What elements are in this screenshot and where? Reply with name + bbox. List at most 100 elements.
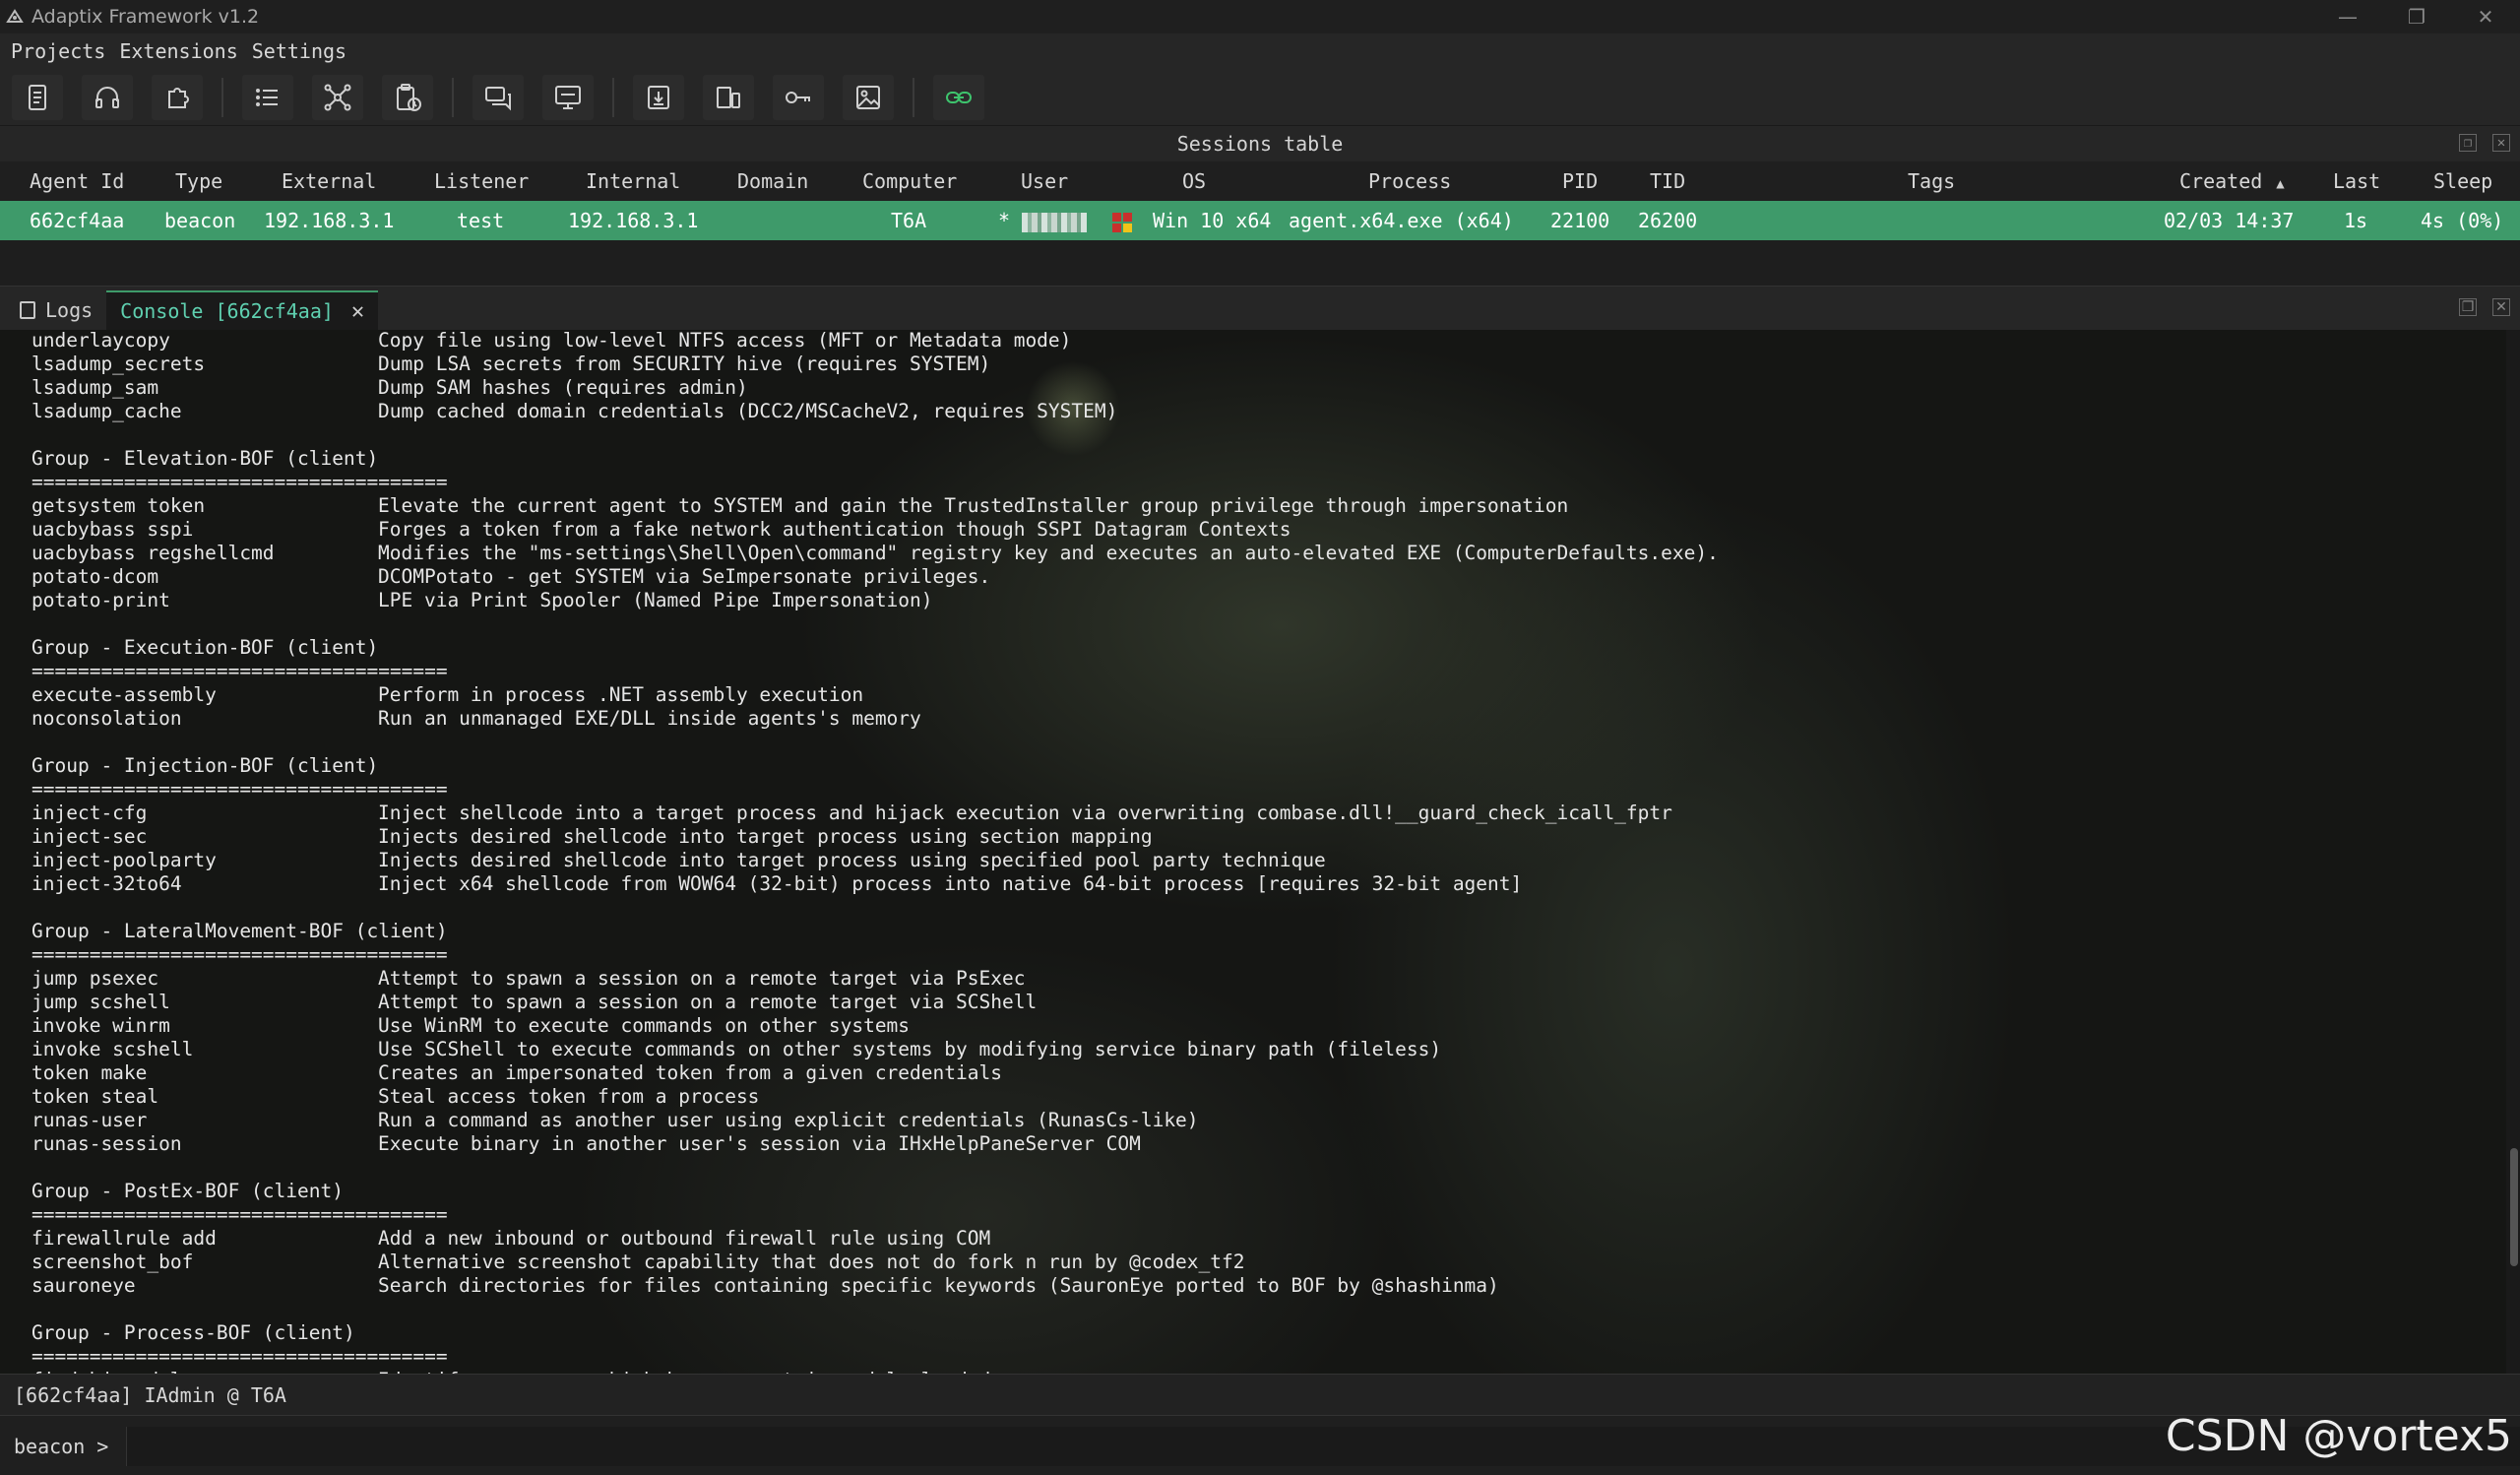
console-line: token steal Steal access token from a pro… [32,1085,1719,1109]
toolbar-divider [452,77,454,117]
terminal-screen-icon [555,85,581,109]
command-description: Inject x64 shellcode from WOW64 (32-bit)… [378,872,1523,895]
tasks-button[interactable] [382,74,433,120]
console-status-line: [662cf4aa] IAdmin @ T6A [0,1374,2520,1415]
float-panel-icon[interactable]: ❐ [2459,298,2477,316]
command-description: Elevate the current agent to SYSTEM and … [378,494,1569,517]
separator-line: ==================================== [32,778,448,801]
cell-agent-id: 662cf4aa [30,209,125,232]
command-name: lsadump_cache [32,400,182,422]
column-header-external[interactable]: External [282,161,376,201]
cell-computer: T6A [891,209,927,232]
console-line: lsadump_secrets Dump LSA secrets from SEC… [32,353,1719,376]
screenshots-button[interactable] [843,74,894,120]
console-line: Group - Injection-BOF (client) [32,754,1719,778]
command-description: Steal access token from a process [378,1085,760,1108]
credentials-button[interactable] [773,74,824,120]
cell-listener: test [457,209,505,232]
connect-button[interactable] [933,74,984,120]
command-name: uacbybass regshellcmd [32,542,275,564]
tab-logs[interactable]: Logs [6,290,106,330]
console-output[interactable]: underlaycopy Copy file using low-level NT… [0,330,2520,1374]
column-header-tid[interactable]: TID [1650,161,1685,201]
scrollbar-thumb[interactable] [2510,1148,2518,1266]
column-header-last[interactable]: Last [2333,161,2380,201]
command-name: firewallrule add [32,1227,217,1250]
command-name: inject-poolparty [32,849,217,871]
command-name: inject-cfg [32,802,148,824]
graph-icon [324,84,351,110]
command-description: Execute binary in another user's session… [378,1132,1141,1155]
logs-document-button[interactable] [12,74,63,120]
column-header-domain[interactable]: Domain [737,161,808,201]
command-description: LPE via Print Spooler (Named Pipe Impers… [378,589,933,611]
command-input[interactable] [126,1426,2520,1466]
console-line: potato-dcom DCOMPotato - get SYSTEM via S… [32,565,1719,589]
command-name: underlaycopy [32,330,170,352]
command-description: Forges a token from a fake network authe… [378,518,1292,541]
close-button[interactable]: ✕ [2451,0,2520,33]
cell-sleep: 4s (0%) [2421,209,2504,232]
command-name: uacbybass sspi [32,518,194,541]
targets-button[interactable] [542,74,594,120]
chat-icon [485,86,511,110]
list-icon [256,88,278,106]
close-panel-icon[interactable]: ✕ [2492,298,2510,316]
title-bar: Adaptix Framework v1.2 — ❐ ✕ [0,0,2520,33]
column-header-agent-id[interactable]: Agent Id [30,161,124,201]
column-header-internal[interactable]: Internal [586,161,680,201]
chat-button[interactable] [472,74,524,120]
restore-button[interactable]: ❐ [2382,0,2451,33]
console-line: inject-sec Injects desired shellcode into… [32,825,1719,849]
column-header-computer[interactable]: Computer [862,161,957,201]
column-header-user[interactable]: User [1021,161,1068,201]
column-header-sleep[interactable]: Sleep [2433,161,2492,201]
console-line: ==================================== [32,943,1719,967]
cell-created: 02/03 14:37 [2164,209,2295,232]
menu-projects[interactable]: Projects [4,39,112,63]
listeners-button[interactable] [82,74,133,120]
column-header-process[interactable]: Process [1368,161,1451,201]
column-header-pid[interactable]: PID [1562,161,1598,201]
console-line [32,612,1719,636]
minimize-button[interactable]: — [2313,0,2382,33]
command-description: Run a command as another user using expl… [378,1109,1199,1131]
column-header-tags[interactable]: Tags [1908,161,1955,201]
close-panel-icon[interactable]: ✕ [2492,134,2510,152]
console-line: token make Creates an impersonated token … [32,1061,1719,1085]
column-header-created-label: Created [2179,169,2263,193]
console-line: execute-assembly Perform in process .NET … [32,683,1719,707]
command-name: inject-32to64 [32,872,182,895]
sessions-table-button[interactable] [242,74,293,120]
command-name [32,423,378,447]
console-line: potato-print LPE via Print Spooler (Named… [32,589,1719,612]
extensions-button[interactable] [152,74,203,120]
separator-line: ==================================== [32,943,448,966]
downloads-button[interactable] [633,74,684,120]
tab-console[interactable]: Console [662cf4aa] ✕ [106,290,379,330]
console-line: Group - Process-BOF (client) [32,1321,1719,1345]
devices-button[interactable] [703,74,754,120]
menu-extensions[interactable]: Extensions [112,39,244,63]
command-description: Inject shellcode into a target process a… [378,802,1672,824]
sessions-graph-button[interactable] [312,74,363,120]
command-description: Search directories for files containing … [378,1274,1499,1297]
column-header-created[interactable]: Created ▲ [2179,161,2285,201]
console-line [32,1298,1719,1321]
console-line: ==================================== [32,1203,1719,1227]
close-tab-icon[interactable]: ✕ [351,299,364,324]
separator-line: ==================================== [32,471,448,493]
group-heading: Group - Process-BOF (client) [32,1321,355,1344]
column-header-type[interactable]: Type [175,161,222,201]
document-icon [29,84,46,110]
column-header-os[interactable]: OS [1182,161,1206,201]
group-heading: Group - PostEx-BOF (client) [32,1180,344,1202]
menu-settings[interactable]: Settings [245,39,353,63]
console-line [32,731,1719,754]
sort-ascending-icon: ▲ [2276,176,2285,192]
session-row[interactable]: 662cf4aa beacon 192.168.3.1 test 192.168… [0,201,2520,240]
command-description: Attempt to spawn a session on a remote t… [378,991,1038,1013]
command-description: Modifies the "ms-settings\Shell\Open\com… [378,542,1719,564]
column-header-listener[interactable]: Listener [434,161,529,201]
float-panel-icon[interactable]: ❐ [2459,134,2477,152]
